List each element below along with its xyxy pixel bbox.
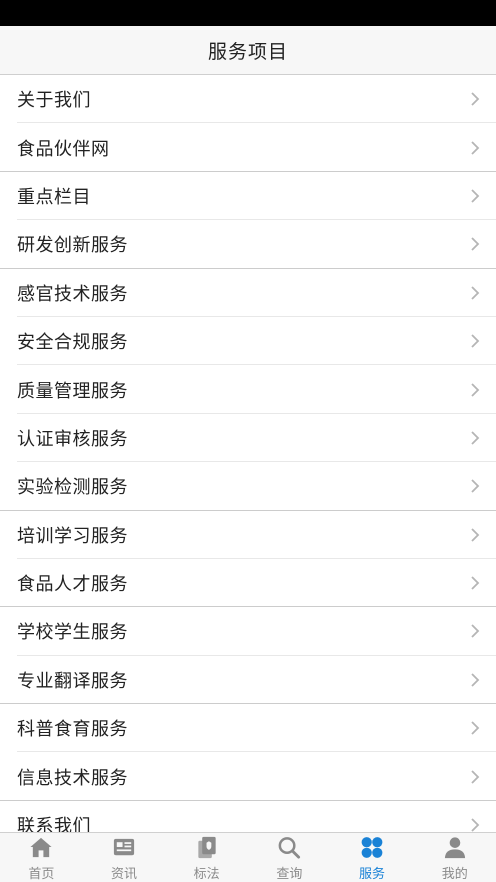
list-item-label: 专业翻译服务 <box>17 670 128 692</box>
list-item[interactable]: 重点栏目 <box>0 172 496 221</box>
tab-search[interactable]: 查询 <box>248 833 331 882</box>
chevron-right-icon <box>471 818 480 832</box>
chevron-right-icon <box>471 334 480 348</box>
chevron-right-icon <box>471 479 480 493</box>
search-icon <box>278 837 301 859</box>
list-item-label: 认证审核服务 <box>17 428 128 450</box>
list-item-label: 感官技术服务 <box>17 283 128 305</box>
list-item[interactable]: 联系我们 <box>0 801 496 832</box>
list-item-label: 实验检测服务 <box>17 477 128 499</box>
list-item-label: 信息技术服务 <box>17 767 128 789</box>
list-item[interactable]: 培训学习服务 <box>0 511 496 559</box>
list-item-label: 安全合规服务 <box>17 332 128 354</box>
tab-label: 标法 <box>193 867 220 882</box>
tab-news[interactable]: 资讯 <box>83 833 166 882</box>
chevron-right-icon <box>471 528 480 542</box>
list-item[interactable]: 研发创新服务 <box>0 220 496 269</box>
list-item[interactable]: 安全合规服务 <box>0 317 496 366</box>
chevron-right-icon <box>471 431 480 445</box>
list-item[interactable]: 关于我们 <box>0 75 496 124</box>
tab-label: 资讯 <box>111 867 138 882</box>
list-item-label: 联系我们 <box>17 816 91 832</box>
bottom-tab-bar: 首页 资讯 标法 查询 服务 我的 <box>0 832 496 882</box>
news-icon <box>113 838 135 856</box>
list-item-label: 关于我们 <box>17 90 91 112</box>
list-item[interactable]: 实验检测服务 <box>0 462 496 511</box>
list-item[interactable]: 专业翻译服务 <box>0 656 496 705</box>
tab-standards[interactable]: 标法 <box>165 833 248 882</box>
chevron-right-icon <box>471 624 480 639</box>
chevron-right-icon <box>471 770 480 784</box>
list-item[interactable]: 学校学生服务 <box>0 607 496 656</box>
services-icon <box>361 837 383 858</box>
status-bar <box>0 0 496 26</box>
chevron-right-icon <box>471 382 480 397</box>
tab-services[interactable]: 服务 <box>331 833 414 882</box>
list-item-label: 培训学习服务 <box>17 525 128 547</box>
list-item-label: 研发创新服务 <box>17 235 128 257</box>
list-item[interactable]: 质量管理服务 <box>0 365 496 414</box>
profile-icon <box>444 837 465 859</box>
tab-profile[interactable]: 我的 <box>413 833 496 882</box>
list-item[interactable]: 信息技术服务 <box>0 752 496 801</box>
chevron-right-icon <box>471 189 480 203</box>
list-item[interactable]: 食品人才服务 <box>0 559 496 608</box>
list-item[interactable]: 科普食育服务 <box>0 704 496 753</box>
tab-label: 我的 <box>441 867 468 882</box>
list-item-label: 重点栏目 <box>17 186 91 208</box>
list-item-label: 科普食育服务 <box>17 719 128 741</box>
page-title: 服务项目 <box>207 40 288 63</box>
tab-label: 首页 <box>28 867 55 882</box>
chevron-right-icon <box>471 576 480 590</box>
list-item[interactable]: 感官技术服务 <box>0 269 496 317</box>
list-item[interactable]: 食品伙伴网 <box>0 123 496 172</box>
service-list: 关于我们 食品伙伴网 重点栏目 研发创新服务 感官技术服务 安全合规服务 质量管… <box>0 75 496 832</box>
tab-home[interactable]: 首页 <box>0 833 83 882</box>
standards-icon <box>198 836 216 859</box>
home-icon <box>30 837 52 858</box>
list-item-label: 食品伙伴网 <box>17 138 110 160</box>
tab-label: 服务 <box>359 867 386 882</box>
chevron-right-icon <box>471 140 480 155</box>
chevron-right-icon <box>471 92 480 106</box>
chevron-right-icon <box>471 721 480 735</box>
list-item-label: 学校学生服务 <box>17 622 128 644</box>
list-item-label: 质量管理服务 <box>17 380 128 402</box>
chevron-right-icon <box>471 286 480 300</box>
nav-header: 服务项目 <box>0 26 496 75</box>
list-item[interactable]: 认证审核服务 <box>0 414 496 463</box>
tab-label: 查询 <box>276 867 303 882</box>
chevron-right-icon <box>471 237 480 251</box>
list-item-label: 食品人才服务 <box>17 574 128 596</box>
chevron-right-icon <box>471 673 480 687</box>
